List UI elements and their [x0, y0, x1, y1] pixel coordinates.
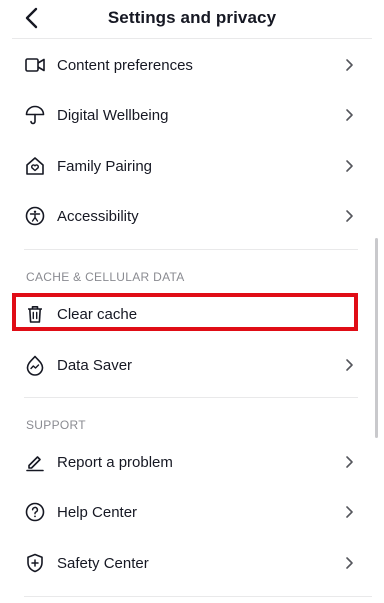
settings-item-label: Safety Center [57, 554, 149, 572]
highlight-box [12, 293, 358, 331]
section-title-support: SUPPORT [26, 418, 86, 432]
page-title: Settings and privacy [107, 8, 277, 27]
chevron-right-icon [346, 59, 353, 71]
umbrella-icon [25, 105, 45, 125]
pencil-icon [26, 456, 44, 472]
section-divider [24, 249, 358, 250]
settings-item-label: Family Pairing [57, 157, 153, 175]
settings-item-report-a-problem[interactable]: Report a problem [12, 437, 360, 487]
video-icon [25, 58, 45, 72]
settings-item-label: Content preferences [57, 56, 193, 74]
settings-item-digital-wellbeing[interactable]: Digital Wellbeing [12, 90, 360, 140]
section-title-cache: CACHE & CELLULAR DATA [26, 270, 185, 284]
header-divider [12, 38, 372, 39]
chevron-right-icon [346, 557, 353, 569]
section-divider [24, 596, 372, 597]
settings-item-label: Report a problem [57, 453, 173, 471]
settings-item-family-pairing[interactable]: Family Pairing [12, 141, 360, 191]
help-icon [25, 502, 45, 522]
chevron-right-icon [346, 456, 353, 468]
settings-item-label: Data Saver [57, 356, 133, 374]
scrollbar[interactable] [375, 238, 378, 438]
data-saver-icon [26, 355, 44, 376]
chevron-right-icon [346, 359, 353, 371]
chevron-right-icon [346, 210, 353, 222]
home-heart-icon [26, 157, 44, 175]
settings-item-data-saver[interactable]: Data Saver [12, 340, 360, 390]
accessibility-icon [25, 206, 45, 226]
chevron-right-icon [346, 109, 353, 121]
settings-item-safety-center[interactable]: Safety Center [12, 538, 360, 588]
settings-item-help-center[interactable]: Help Center [12, 487, 360, 537]
header: Settings and privacy [0, 0, 384, 38]
chevron-right-icon [346, 506, 353, 518]
settings-item-label: Accessibility [57, 207, 139, 225]
settings-item-label: Help Center [57, 503, 138, 521]
shield-plus-icon [27, 553, 43, 573]
settings-item-label: Digital Wellbeing [57, 106, 169, 124]
section-divider [24, 397, 358, 398]
settings-item-content-preferences[interactable]: Content preferences [12, 40, 360, 90]
settings-item-accessibility[interactable]: Accessibility [12, 191, 360, 241]
chevron-right-icon [346, 160, 353, 172]
